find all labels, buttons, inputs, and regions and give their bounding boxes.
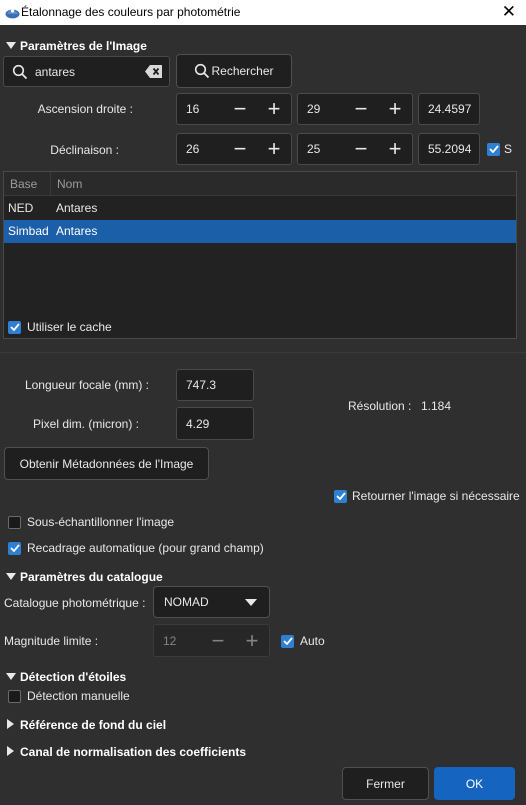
dec-minutes-value: 25: [307, 142, 321, 156]
column-divider: [50, 172, 51, 196]
ra-minutes-spinbox[interactable]: 29 − +: [297, 93, 413, 125]
catalog-selected-value: NOMAD: [164, 595, 209, 609]
collapse-arrow-icon: [6, 573, 16, 580]
section-title: Canal de normalisation des coefficients: [20, 745, 247, 759]
checkbox-empty-icon: [8, 515, 21, 529]
use-cache-label: Utiliser le cache: [27, 320, 112, 334]
close-button[interactable]: Fermer: [342, 767, 429, 800]
section-star-detection[interactable]: Détection d'étoiles: [6, 670, 126, 684]
checkmark-icon: [281, 634, 294, 648]
flip-image-label: Retourner l'image si nécessaire: [352, 489, 520, 503]
checkmark-icon: [487, 142, 500, 156]
close-icon[interactable]: ✕: [502, 2, 516, 22]
cell-base: Simbad: [8, 224, 49, 238]
auto-magnitude-checkbox[interactable]: Auto: [281, 634, 325, 648]
focal-length-label: Longueur focale (mm) :: [24, 378, 149, 392]
table-header: Base Nom: [4, 172, 516, 196]
ra-seconds-field[interactable]: 24.4597: [418, 93, 480, 125]
minus-icon[interactable]: −: [344, 94, 378, 124]
window-title-bar: Étalonnage des couleurs par photométrie …: [0, 0, 526, 25]
plus-icon[interactable]: +: [378, 94, 412, 124]
search-button-label: Rechercher: [211, 64, 274, 78]
results-table[interactable]: Base Nom NED Antares Simbad Antares: [3, 171, 517, 339]
search-icon: [12, 64, 28, 79]
collapse-arrow-icon: [6, 673, 16, 680]
pixel-size-field[interactable]: 4.29: [176, 407, 254, 440]
section-normalization[interactable]: Canal de normalisation des coefficients: [6, 745, 246, 759]
dec-seconds-field[interactable]: 55.2094: [418, 133, 480, 165]
ra-hours-spinbox[interactable]: 16 − +: [176, 93, 292, 125]
checkbox-empty-icon: [8, 689, 21, 703]
chevron-down-icon: [245, 598, 257, 606]
autocrop-checkbox[interactable]: Recadrage automatique (pour grand champ): [8, 541, 264, 555]
section-image-params[interactable]: Paramètres de l'Image: [6, 39, 147, 53]
cell-base: NED: [8, 201, 34, 215]
resolution-label: Résolution :: [348, 399, 412, 413]
collapse-arrow-icon: [6, 42, 16, 49]
ra-label: Ascension droite :: [37, 102, 133, 116]
table-row-selected[interactable]: Simbad Antares: [4, 220, 516, 243]
plus-icon[interactable]: +: [378, 134, 412, 164]
clear-icon[interactable]: [145, 65, 163, 78]
section-title: Paramètres de l'Image: [20, 39, 147, 53]
dec-degrees-spinbox[interactable]: 26 − +: [176, 133, 292, 165]
dec-degrees-value: 26: [186, 142, 200, 156]
get-metadata-button[interactable]: Obtenir Métadonnées de l'Image: [4, 447, 209, 480]
ra-hours-value: 16: [186, 102, 200, 116]
section-sky-background[interactable]: Référence de fond du ciel: [6, 718, 166, 732]
auto-magnitude-label: Auto: [300, 634, 325, 648]
dec-minutes-spinbox[interactable]: 25 − +: [297, 133, 413, 165]
catalog-dropdown[interactable]: NOMAD: [153, 586, 270, 618]
cell-nom: Antares: [56, 224, 98, 238]
magnitude-limit-value: 12: [163, 633, 177, 648]
checkmark-icon: [8, 541, 21, 555]
minus-icon[interactable]: −: [223, 94, 257, 124]
window-title: Étalonnage des couleurs par photométrie: [21, 5, 241, 19]
divider: [0, 352, 526, 353]
column-header-nom[interactable]: Nom: [57, 172, 82, 196]
focal-length-field[interactable]: 747.3: [176, 369, 254, 401]
dec-label: Déclinaison :: [50, 143, 119, 157]
resolution-value: 1.184: [421, 399, 452, 413]
magnitude-limit-label: Magnitude limite :: [4, 634, 99, 648]
column-header-base[interactable]: Base: [10, 172, 37, 196]
plus-icon[interactable]: +: [257, 94, 291, 124]
section-title: Référence de fond du ciel: [20, 718, 167, 732]
checkmark-icon: [8, 320, 21, 334]
catalog-label: Catalogue photométrique :: [4, 596, 146, 610]
app-icon: [5, 9, 20, 19]
section-title: Détection d'étoiles: [20, 670, 127, 684]
ok-button[interactable]: OK: [434, 767, 515, 800]
expand-arrow-icon: [7, 746, 14, 756]
plus-icon[interactable]: +: [257, 134, 291, 164]
expand-arrow-icon: [7, 719, 14, 729]
south-checkbox[interactable]: S: [487, 142, 512, 156]
search-icon: [195, 63, 210, 79]
flip-image-checkbox[interactable]: Retourner l'image si nécessaire: [334, 489, 520, 503]
section-title: Paramètres du catalogue: [20, 570, 163, 584]
table-row[interactable]: NED Antares: [4, 197, 516, 220]
minus-icon[interactable]: −: [344, 134, 378, 164]
magnitude-limit-spinbox[interactable]: 12 − +: [153, 624, 270, 657]
south-checkbox-label: S: [504, 142, 513, 156]
use-cache-checkbox[interactable]: Utiliser le cache: [8, 320, 112, 334]
search-button[interactable]: Rechercher: [176, 54, 292, 88]
ra-minutes-value: 29: [307, 102, 321, 116]
checkmark-icon: [334, 489, 347, 503]
cell-nom: Antares: [56, 201, 98, 215]
autocrop-label: Recadrage automatique (pour grand champ): [27, 541, 264, 555]
section-catalog-params[interactable]: Paramètres du catalogue: [6, 570, 163, 584]
search-input[interactable]: antares: [3, 56, 170, 87]
minus-icon[interactable]: −: [201, 625, 235, 656]
manual-detection-label: Détection manuelle: [27, 689, 130, 703]
plus-icon[interactable]: +: [235, 625, 269, 656]
downsample-checkbox[interactable]: Sous-échantillonner l'image: [8, 515, 174, 529]
search-value: antares: [35, 64, 76, 79]
minus-icon[interactable]: −: [223, 134, 257, 164]
manual-detection-checkbox[interactable]: Détection manuelle: [8, 689, 130, 703]
downsample-label: Sous-échantillonner l'image: [27, 515, 175, 529]
pixel-size-label: Pixel dim. (micron) :: [32, 417, 139, 431]
